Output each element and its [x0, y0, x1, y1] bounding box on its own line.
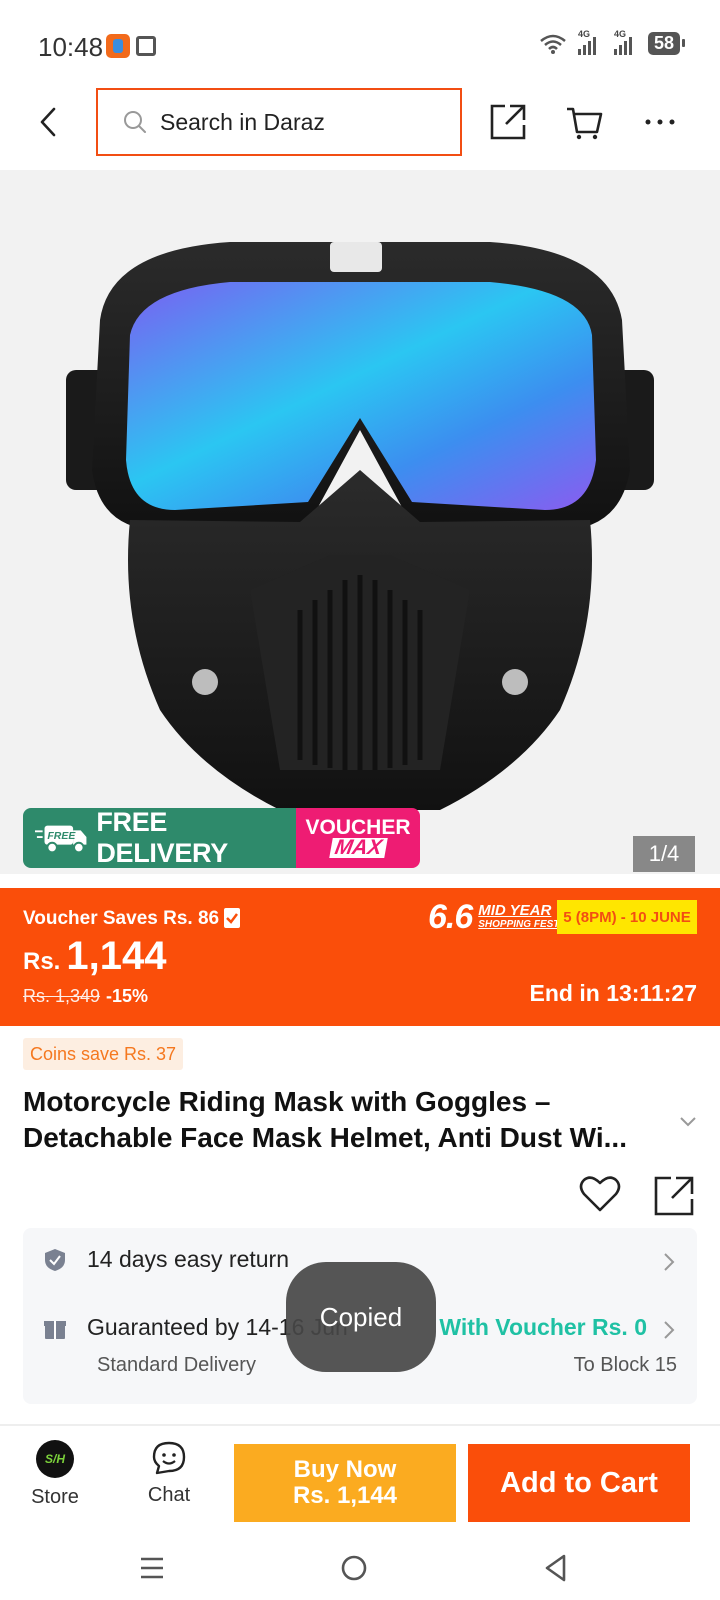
free-delivery-badge: FREE FREE DELIVERY: [23, 808, 296, 868]
current-price: Rs. 1,144: [23, 934, 166, 979]
chevron-left-icon: [40, 107, 56, 137]
share-icon: [490, 104, 526, 140]
chat-icon: [151, 1440, 187, 1476]
buy-now-button[interactable]: Buy Now Rs. 1,144: [234, 1444, 456, 1522]
price-value: 1,144: [66, 934, 167, 978]
buy-now-price: Rs. 1,144: [292, 1482, 398, 1509]
chevron-down-icon: [680, 1117, 696, 1127]
wishlist-button[interactable]: [578, 1174, 622, 1214]
heart-icon: [579, 1176, 621, 1212]
mid-year-sale-logo: 6.6 MID YEAR SHOPPING FEST!: [428, 898, 563, 937]
status-bar: 10:48 4G 4G 58: [0, 0, 720, 80]
recent-apps-button[interactable]: [136, 1552, 168, 1584]
wifi-icon: [540, 33, 566, 55]
search-icon: [122, 109, 148, 135]
notification-parking-icon: [136, 36, 156, 56]
free-tag-text: FREE: [47, 831, 76, 842]
expand-title-button[interactable]: [678, 1114, 698, 1128]
currency-label: Rs.: [23, 948, 61, 975]
gift-box-icon: [43, 1316, 67, 1340]
delivery-truck-icon: FREE: [35, 825, 87, 854]
back-button[interactable]: [30, 102, 66, 142]
product-image-gallery[interactable]: [0, 170, 720, 874]
home-button[interactable]: [338, 1552, 370, 1584]
store-button[interactable]: S/H Store: [10, 1436, 100, 1509]
price-banner: Voucher Saves Rs. 86 Rs. 1,144 Rs. 1,349 …: [0, 888, 720, 1026]
status-indicators: 4G 4G 58: [540, 29, 686, 55]
system-navigation-bar: [0, 1530, 720, 1600]
chat-label: Chat: [147, 1484, 191, 1506]
share-product-button[interactable]: [652, 1174, 696, 1218]
signal-icon: 4G: [576, 29, 602, 55]
countdown-timer: End in 13:11:27: [529, 980, 697, 1006]
chevron-right-icon: [663, 1320, 675, 1340]
home-circle-icon: [341, 1555, 367, 1581]
search-placeholder: Search in Daraz: [160, 108, 325, 135]
chat-button[interactable]: Chat: [124, 1436, 214, 1507]
delivery-type-text: Standard Delivery: [97, 1354, 256, 1376]
event-name: MID YEAR SHOPPING FEST!: [478, 901, 563, 932]
store-logo: S/H: [36, 1440, 74, 1478]
back-triangle-icon: [545, 1554, 566, 1582]
cart-icon: [567, 107, 603, 140]
event-subtitle: SHOPPING FEST!: [478, 918, 563, 930]
voucher-max-badge: VOUCHER MAX: [296, 808, 420, 868]
share-button[interactable]: [486, 100, 530, 144]
delivery-destination-text: To Block 15: [573, 1354, 677, 1376]
original-price: Rs. 1,349: [23, 986, 101, 1006]
voucher-label: VOUCHER: [305, 816, 411, 839]
signal-icon: 4G: [612, 29, 638, 55]
product-title[interactable]: Motorcycle Riding Mask with Goggles – De…: [23, 1084, 663, 1156]
chevron-right-icon: [663, 1252, 675, 1272]
cart-button[interactable]: [562, 100, 606, 144]
menu-icon: [141, 1557, 163, 1579]
delivery-voucher-text: With Voucher Rs. 0: [439, 1314, 647, 1340]
buy-now-label: Buy Now: [293, 1456, 397, 1483]
status-time: 10:48: [38, 32, 104, 62]
free-delivery-label: FREE DELIVERY: [96, 808, 228, 868]
discount-percent: -15%: [106, 986, 149, 1006]
voucher-saves-text: Voucher Saves Rs. 86: [23, 908, 220, 929]
event-title: MID YEAR: [478, 901, 552, 919]
top-app-bar: Search in Daraz: [0, 82, 720, 168]
add-to-cart-button[interactable]: Add to Cart: [468, 1444, 690, 1522]
coins-save-badge: Coins save Rs. 37: [23, 1038, 184, 1070]
notification-app-icon: [106, 34, 130, 58]
more-icon: [645, 119, 675, 125]
system-back-button[interactable]: [540, 1552, 572, 1584]
promo-badges: FREE FREE DELIVERY VOUCHER MAX: [23, 808, 420, 868]
shield-check-icon: [43, 1248, 67, 1272]
voucher-max-label: MAX: [328, 836, 388, 859]
search-input[interactable]: Search in Daraz: [96, 88, 462, 156]
return-policy-text: 14 days easy return: [87, 1246, 290, 1272]
more-button[interactable]: [638, 100, 682, 144]
copied-toast: Copied: [286, 1262, 436, 1372]
image-page-indicator: 1/4: [633, 836, 695, 872]
bottom-action-bar: S/H Store Chat Buy Now Rs. 1,144 Add to …: [0, 1426, 720, 1530]
store-label: Store: [31, 1486, 79, 1508]
product-image: [66, 242, 654, 810]
event-date-badge: 5 (8PM) - 10 JUNE: [557, 900, 697, 934]
event-number: 6.6: [428, 898, 473, 936]
share-icon: [654, 1176, 694, 1216]
battery-indicator: 58: [647, 32, 686, 55]
voucher-check-icon: [224, 908, 240, 928]
